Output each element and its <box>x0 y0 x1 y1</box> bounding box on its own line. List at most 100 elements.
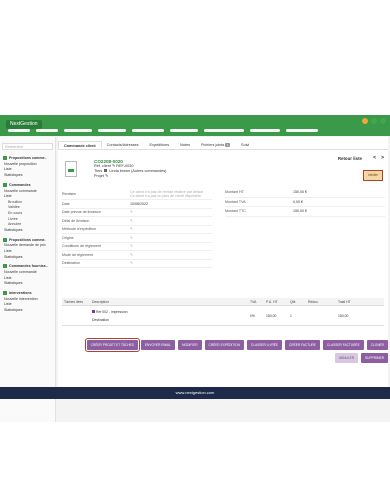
window-dot-icon[interactable] <box>380 118 386 124</box>
menu-item[interactable] <box>250 129 280 132</box>
sidebar-section-title[interactable]: Propositions comme. <box>0 236 55 243</box>
top-bar: NextGestion <box>0 115 390 136</box>
tab-commande-client[interactable]: Commande client <box>58 141 102 149</box>
property-value: 10/08/2022 <box>130 202 212 206</box>
column-header: TVA <box>250 299 257 304</box>
menu-item[interactable] <box>8 129 30 132</box>
property-row: Origine ✎ <box>62 234 212 243</box>
create-invoice-button[interactable]: CRÉER FACTURE <box>285 340 320 350</box>
edit-pencil-icon[interactable]: ✎ <box>130 227 133 231</box>
sidebar-section-label: Interventions <box>9 291 32 296</box>
window-dot-icon[interactable] <box>371 118 377 124</box>
lines-header-row: Tâches liées Description TVA P.U. HT Qté Rédu… <box>62 298 384 306</box>
edit-pencil-icon[interactable]: ✎ <box>130 219 133 223</box>
property-row: Destination ✎ <box>62 260 212 268</box>
window-controls <box>362 118 386 124</box>
amount-row: Montant TTC 150,00 € <box>225 207 385 217</box>
ref-client-label: Réf. client <box>94 164 111 168</box>
column-header: Total HT <box>338 299 351 304</box>
amount-label: Montant TVA <box>225 199 246 204</box>
property-value: ✎ <box>130 210 212 214</box>
property-value: ✎ <box>130 253 212 257</box>
sidebar-section-title[interactable]: Propositions comme.. <box>0 154 55 161</box>
edit-pencil-icon[interactable]: ✎ <box>130 261 133 265</box>
app-window: NextGestion Rechercher Propositions comm… <box>0 115 390 422</box>
tab-fichiers-joints[interactable]: Fichiers joints 1 <box>196 141 236 149</box>
property-label: Date prévue de livraison <box>62 210 101 215</box>
description-cell: Ref 002 - Impression Destination <box>92 309 250 322</box>
edit-pencil-icon[interactable]: ✎ <box>130 244 133 248</box>
tab-exp-ditions[interactable]: Expéditions <box>145 141 176 149</box>
cancel-button[interactable]: ANNULER <box>334 353 359 363</box>
modify-button[interactable]: MODIFIER <box>177 340 202 350</box>
property-value: ✎ <box>130 236 212 240</box>
window-dot-icon[interactable] <box>362 118 368 124</box>
order-reference-block: CO2208-0020 Réf. client ✎ REF-0030 Tiers… <box>94 159 166 179</box>
property-row: Date 10/08/2022 <box>62 200 212 209</box>
edit-pencil-icon[interactable]: ✎ <box>112 164 115 168</box>
project-line: Projet ✎ <box>94 174 166 179</box>
edit-pencil-icon[interactable]: ✎ <box>105 174 108 178</box>
sidebar-section-label: Commandes <box>9 182 31 187</box>
classify-billed-button[interactable]: CLASSER FACTURÉE <box>322 340 364 350</box>
menu-item[interactable] <box>204 129 244 132</box>
edit-pencil-icon[interactable]: ✎ <box>130 236 133 240</box>
tab-suivi[interactable]: Suivi <box>236 141 255 149</box>
tab-label: Contacts/Adresses <box>106 143 139 147</box>
property-label: Destination <box>62 261 80 266</box>
unit-price-cell: 150,00 <box>266 313 277 318</box>
menu-item[interactable] <box>98 129 126 132</box>
send-email-button[interactable]: ENVOYER EMAIL <box>140 340 175 350</box>
amount-row: Montant TVA 0,00 € <box>225 198 385 207</box>
tab-label: Commande client <box>64 144 96 148</box>
search-input[interactable]: Rechercher <box>2 143 53 150</box>
amount-label: Montant TTC <box>225 209 246 214</box>
back-to-list-link[interactable]: Retour liste <box>338 156 362 161</box>
properties-left: Remises Ce client n'a pas de remise relat… <box>62 188 212 268</box>
create-project-button[interactable]: CRÉER PROJET ET TÂCHES <box>84 338 140 352</box>
property-row: Date prévue de livraison ✎ <box>62 209 212 217</box>
edit-pencil-icon[interactable]: ✎ <box>130 253 133 257</box>
property-label: Remises <box>62 191 76 196</box>
menu-item[interactable] <box>132 129 164 132</box>
sidebar-section-title[interactable]: Commandes fourniss.. <box>0 262 55 269</box>
column-header: Tâches liées <box>64 299 84 304</box>
order-lines-table: Tâches liées Description TVA P.U. HT Qté Rédu… <box>62 298 384 326</box>
menu-item[interactable] <box>170 129 198 132</box>
next-record-button[interactable]: > <box>381 155 384 161</box>
tab-label: Fichiers joints <box>201 143 225 147</box>
classify-delivered-button[interactable]: CLASSER LIVRÉE <box>246 340 282 350</box>
third-party-label: Tiers <box>94 169 103 173</box>
menu-item[interactable] <box>36 129 58 132</box>
property-value: ✎ <box>130 227 212 231</box>
column-header: Qté <box>290 299 296 304</box>
property-row: Conditions de règlement ✎ <box>62 243 212 251</box>
vat-cell: 0% <box>250 313 255 318</box>
property-value-text: Ce client n'a pas ou plus de crédit disp… <box>130 193 202 198</box>
delete-button[interactable]: SUPPRIMER <box>361 353 388 363</box>
amount-label: Montant HT <box>225 190 244 195</box>
tab-label: Suivi <box>241 143 250 147</box>
create-shipment-button[interactable]: CRÉER EXPÉDITION <box>204 340 244 350</box>
product-name[interactable]: Ref 002 - Impression <box>96 310 127 314</box>
third-party-value[interactable]: Linda brown (Autres commandes) <box>109 169 166 173</box>
tab-notes[interactable]: Notes <box>175 141 196 149</box>
property-row: Mode de règlement ✎ <box>62 251 212 260</box>
amount-value: 0,00 € <box>293 199 303 204</box>
supplier-proposal-icon <box>3 237 7 242</box>
sidebar: Rechercher Propositions comme.. Nouvelle … <box>0 137 56 422</box>
line-description: Destination <box>92 317 109 322</box>
edit-pencil-icon[interactable]: ✎ <box>130 210 133 214</box>
project-label: Projet <box>94 174 104 178</box>
previous-record-button[interactable]: < <box>373 155 376 161</box>
menu-item[interactable] <box>64 129 92 132</box>
table-row: Ref 002 - Impression Destination 0% 150,00 1… <box>62 306 384 326</box>
menu-item[interactable] <box>286 129 318 132</box>
sidebar-section-label: Propositions comme. <box>9 237 46 242</box>
proposal-icon <box>3 156 7 160</box>
tab-contacts-adresses[interactable]: Contacts/Adresses <box>102 141 145 149</box>
total-cell: 150,00 <box>338 313 349 318</box>
sidebar-section-title[interactable]: Interventions <box>0 289 55 296</box>
sidebar-section-title[interactable]: Commandes <box>0 181 55 188</box>
clone-button[interactable]: CLONER <box>366 340 388 350</box>
